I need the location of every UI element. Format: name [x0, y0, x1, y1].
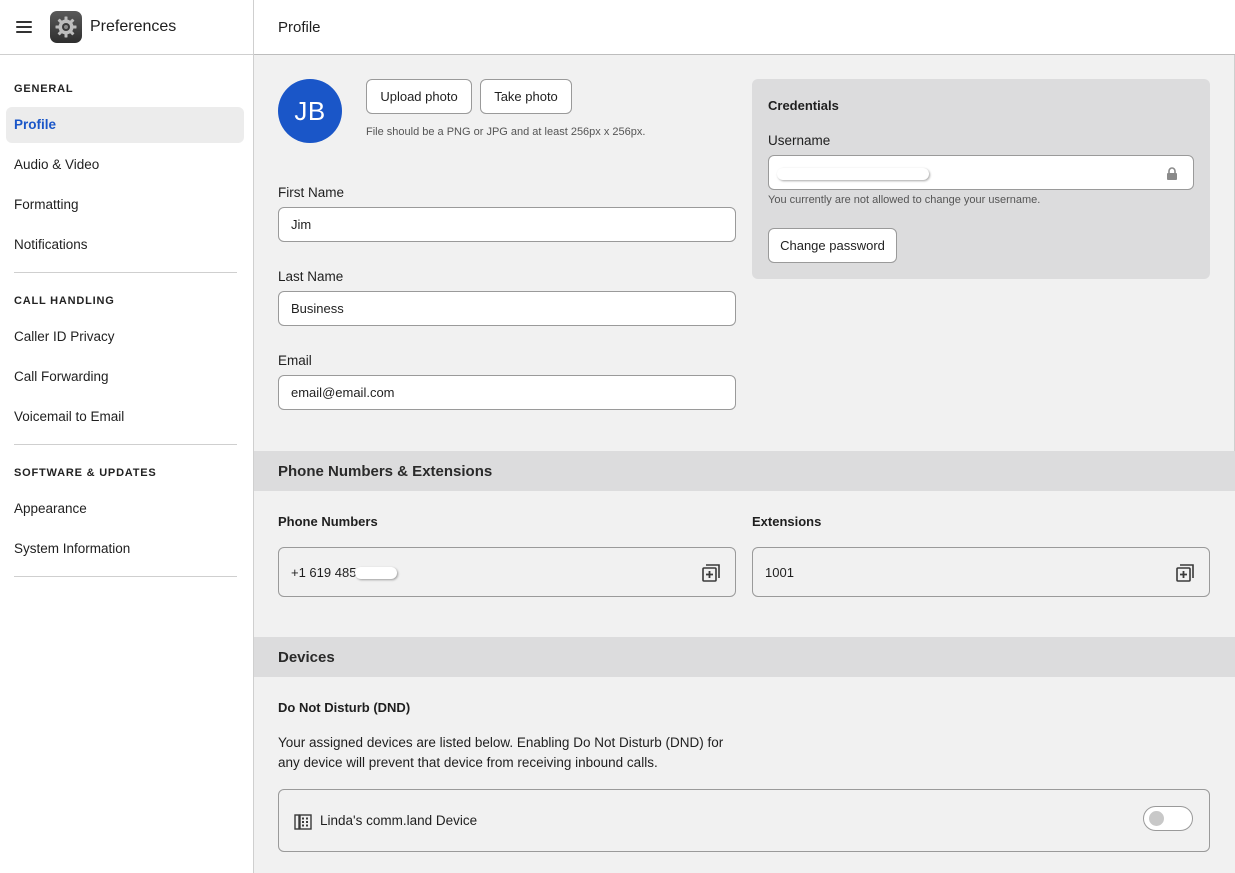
upload-photo-button[interactable]: Upload photo: [366, 79, 472, 114]
sidebar-item-profile[interactable]: Profile: [6, 107, 244, 143]
divider: [14, 272, 237, 273]
sidebar-item-system-information[interactable]: System Information: [6, 531, 244, 567]
main-panel: Profile JB Upload photo Take photo File …: [254, 0, 1235, 873]
extensions-heading: Extensions: [752, 514, 822, 529]
device-row: Linda's comm.land Device: [278, 789, 1210, 852]
toggle-knob: [1149, 811, 1164, 826]
add-extension-icon[interactable]: [1176, 564, 1194, 582]
lock-icon: [1167, 167, 1177, 180]
section-header-phone-numbers: Phone Numbers & Extensions: [254, 451, 1235, 491]
sidebar-item-call-forwarding[interactable]: Call Forwarding: [6, 359, 244, 395]
sidebar-item-caller-id-privacy[interactable]: Caller ID Privacy: [6, 319, 244, 355]
page-title: Profile: [254, 0, 1235, 55]
redaction-bar: [777, 168, 929, 180]
sidebar-header: Preferences: [0, 0, 253, 55]
sidebar-item-voicemail-to-email[interactable]: Voicemail to Email: [6, 399, 244, 435]
sidebar-item-audio-video[interactable]: Audio & Video: [6, 147, 244, 183]
nav-heading-call-handling: CALL HANDLING: [14, 295, 115, 307]
email-label: Email: [278, 353, 312, 368]
redaction-bar: [355, 567, 397, 579]
extension-field[interactable]: 1001: [752, 547, 1210, 597]
sidebar-item-formatting[interactable]: Formatting: [6, 187, 244, 223]
add-phone-number-icon[interactable]: [702, 564, 720, 582]
username-field: [768, 155, 1194, 190]
first-name-label: First Name: [278, 185, 345, 200]
nav-heading-software-updates: SOFTWARE & UPDATES: [14, 467, 157, 479]
gear-icon: [50, 11, 82, 43]
menu-icon[interactable]: [16, 21, 32, 33]
phone-number-field[interactable]: +1 619 485: [278, 547, 736, 597]
dnd-heading: Do Not Disturb (DND): [278, 700, 411, 715]
extension-value: 1001: [765, 564, 794, 580]
dnd-description: Your assigned devices are listed below. …: [278, 735, 724, 770]
dnd-toggle[interactable]: [1143, 806, 1193, 831]
username-label: Username: [768, 133, 831, 148]
avatar: JB: [278, 79, 342, 143]
nav-section-call-handling: CALL HANDLING Caller ID Privacy Call For…: [0, 293, 253, 435]
device-name: Linda's comm.land Device: [320, 813, 478, 828]
sidebar-nav: GENERAL Profile Audio & Video Formatting…: [0, 55, 253, 577]
first-name-field[interactable]: Jim: [278, 207, 736, 242]
desk-phone-icon: [294, 814, 312, 830]
divider: [14, 576, 237, 577]
phone-number-value: +1 619 485: [291, 564, 357, 580]
username-hint: You currently are not allowed to change …: [768, 194, 1041, 206]
take-photo-button[interactable]: Take photo: [480, 79, 572, 114]
sidebar: Preferences GENERAL Profile Audio & Vide…: [0, 0, 254, 873]
sidebar-item-notifications[interactable]: Notifications: [6, 227, 244, 263]
credentials-card: Credentials Username You currently are n…: [752, 79, 1210, 279]
last-name-label: Last Name: [278, 269, 344, 284]
last-name-field[interactable]: Business: [278, 291, 736, 326]
app-title: Preferences: [90, 18, 177, 35]
phone-numbers-heading: Phone Numbers: [278, 514, 378, 529]
nav-section-software-updates: SOFTWARE & UPDATES Appearance System Inf…: [0, 465, 253, 567]
nav-section-general: GENERAL Profile Audio & Video Formatting…: [0, 81, 253, 263]
credentials-title: Credentials: [768, 98, 839, 113]
email-field[interactable]: email@email.com: [278, 375, 736, 410]
sidebar-item-appearance[interactable]: Appearance: [6, 491, 244, 527]
nav-heading-general: GENERAL: [14, 83, 74, 95]
divider: [14, 444, 237, 445]
section-header-devices: Devices: [254, 637, 1235, 677]
photo-hint: File should be a PNG or JPG and at least…: [366, 126, 646, 138]
change-password-button[interactable]: Change password: [768, 228, 897, 263]
